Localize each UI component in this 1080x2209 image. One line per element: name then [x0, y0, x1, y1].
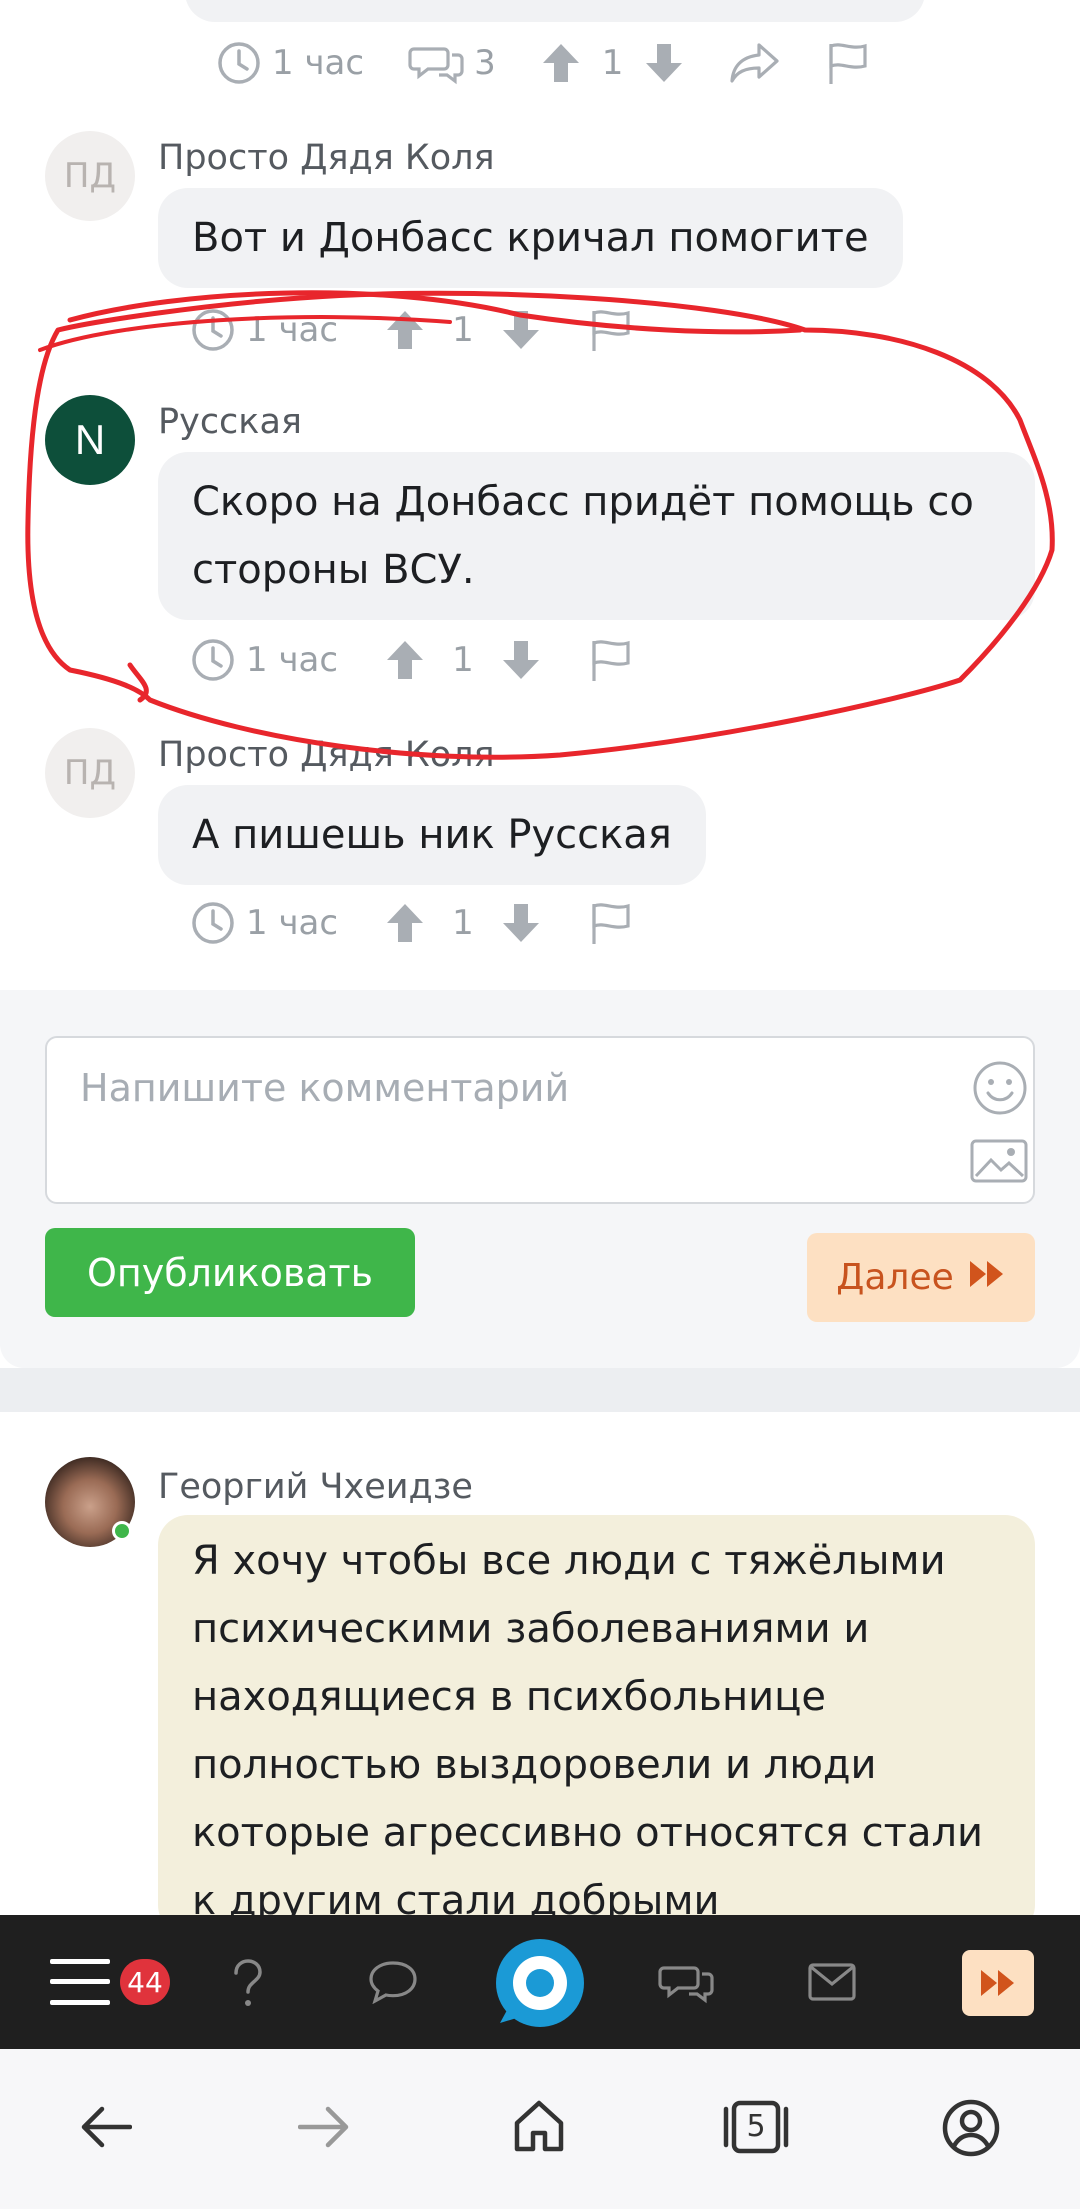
comment-input[interactable]: Напишите комментарий: [45, 1036, 1035, 1204]
comment-text: Скоро на Донбасс придёт помощь со сторон…: [158, 452, 1035, 620]
fast-forward-icon: [968, 1257, 1006, 1298]
upvote-icon[interactable]: [384, 638, 426, 682]
post-meta-row: 1 час 3 1: [216, 33, 871, 93]
post-text-line: Я хочу чтобы все люди с тяжёлыми: [192, 1538, 946, 1584]
next-button[interactable]: Далее: [807, 1233, 1035, 1322]
report-flag-icon[interactable]: [588, 900, 634, 946]
home-icon[interactable]: [513, 2099, 565, 2157]
comment-votes: 1: [452, 640, 474, 680]
comment-time: 1 час: [246, 903, 339, 943]
post-text-line: полностью выздоровели и люди: [192, 1742, 877, 1788]
emoji-icon[interactable]: [972, 1060, 1028, 1120]
post-text-line: психическими заболеваниями и: [192, 1606, 870, 1652]
clock-icon: [190, 637, 236, 683]
comment-time: 1 час: [246, 640, 339, 680]
avatar[interactable]: ПД: [45, 131, 135, 221]
notification-badge: 44: [120, 1959, 170, 2005]
downvote-icon[interactable]: [500, 308, 542, 352]
discussions-icon[interactable]: [658, 1960, 714, 2008]
comments-count: 3: [474, 43, 496, 83]
tabs-count: 5: [746, 2109, 766, 2144]
comment-meta-row: 1 час 1: [190, 300, 634, 360]
comment-time: 1 час: [246, 310, 339, 350]
upvote-icon[interactable]: [384, 308, 426, 352]
account-icon[interactable]: [942, 2099, 1000, 2161]
chat-icon[interactable]: [368, 1960, 418, 2008]
fast-forward-button[interactable]: [962, 1950, 1034, 2016]
comment-text: А пишешь ник Русская: [158, 785, 706, 885]
mail-icon[interactable]: [808, 1963, 856, 2005]
post-text-line: находящиеся в психбольнице: [192, 1674, 826, 1720]
comment-author[interactable]: Просто Дядя Коля: [158, 735, 495, 775]
system-nav-bar: 5: [0, 2049, 1080, 2209]
comment-votes: 1: [452, 310, 474, 350]
avatar[interactable]: ПД: [45, 728, 135, 818]
comment-input-placeholder: Напишите комментарий: [80, 1066, 570, 1110]
downvote-icon[interactable]: [500, 638, 542, 682]
clock-icon: [216, 40, 262, 86]
post-text: Я хочу чтобы все люди с тяжёлыми психиче…: [158, 1515, 1035, 1935]
avatar[interactable]: N: [45, 395, 135, 485]
comment-text-line: стороны ВСУ.: [192, 547, 475, 593]
menu-icon[interactable]: [50, 1957, 110, 2011]
report-flag-icon[interactable]: [588, 637, 634, 683]
share-icon[interactable]: [729, 41, 781, 85]
downvote-icon[interactable]: [643, 41, 685, 85]
next-button-label: Далее: [836, 1257, 954, 1298]
back-arrow-icon[interactable]: [80, 2105, 133, 2153]
report-flag-icon[interactable]: [588, 307, 634, 353]
comment-author[interactable]: Просто Дядя Коля: [158, 138, 495, 178]
comment-text: Вот и Донбасс кричал помогите: [158, 188, 903, 288]
post-time: 1 час: [272, 43, 365, 83]
post-author[interactable]: Георгий Чхеидзе: [158, 1467, 473, 1507]
clock-icon: [190, 900, 236, 946]
votes-count: 1: [601, 43, 624, 83]
comment-author[interactable]: Русская: [158, 402, 302, 442]
tabs-icon[interactable]: 5: [722, 2099, 790, 2155]
comment-text-line: Скоро на Донбасс придёт помощь со: [192, 479, 974, 525]
clock-icon: [190, 307, 236, 353]
upvote-icon[interactable]: [384, 901, 426, 945]
question-icon[interactable]: [228, 1959, 268, 2013]
comment-meta-row: 1 час 1: [190, 893, 634, 953]
report-flag-icon[interactable]: [825, 40, 871, 86]
app-logo-icon[interactable]: [494, 1937, 586, 2033]
comment-votes: 1: [452, 903, 474, 943]
upvote-icon[interactable]: [540, 41, 582, 85]
post-text-line: которые агрессивно относятся стали: [192, 1810, 984, 1856]
section-divider: [0, 1368, 1080, 1412]
image-upload-icon[interactable]: [969, 1138, 1029, 1188]
downvote-icon[interactable]: [500, 901, 542, 945]
online-status-dot: [112, 1521, 132, 1541]
forward-arrow-icon[interactable]: [297, 2105, 350, 2153]
previous-bubble-edge: [185, 0, 925, 22]
comments-icon[interactable]: [408, 41, 464, 85]
publish-button[interactable]: Опубликовать: [45, 1228, 415, 1317]
comment-meta-row: 1 час 1: [190, 630, 634, 690]
